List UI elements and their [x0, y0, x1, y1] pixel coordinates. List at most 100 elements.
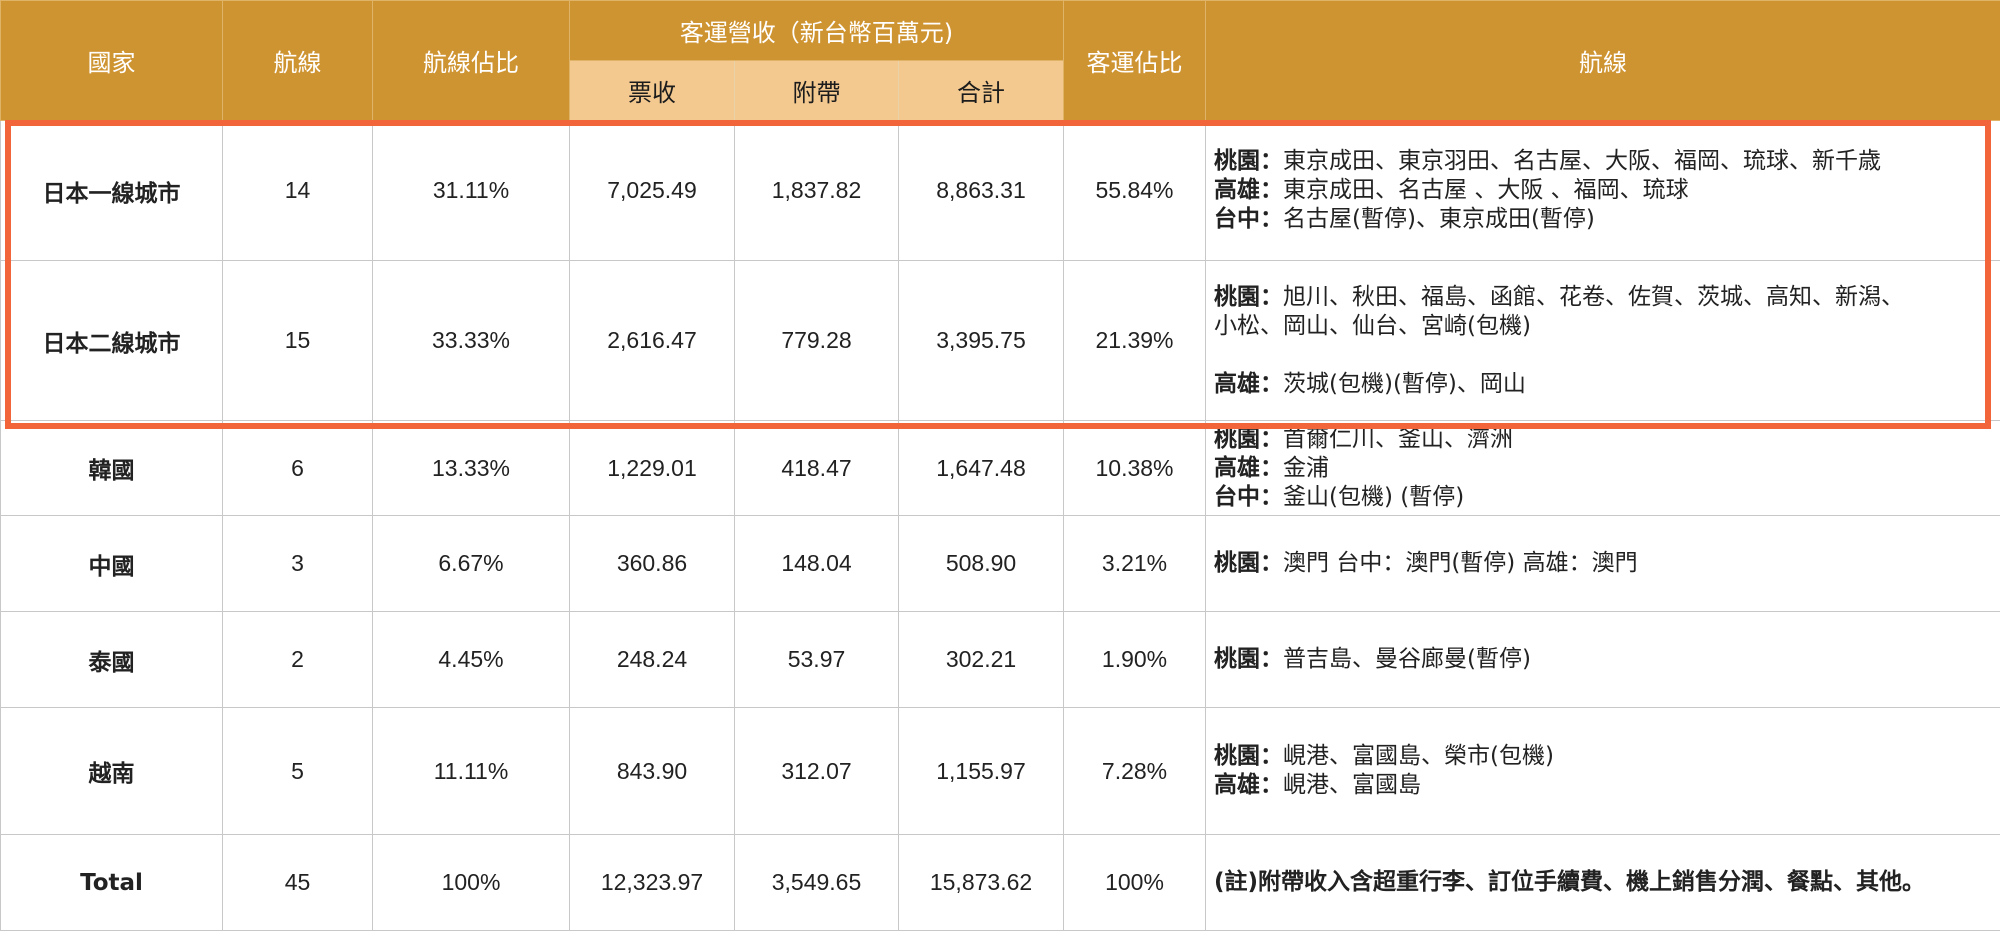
cell-revenue-share: 3.21% — [1063, 515, 1207, 612]
route-line: 桃園：首爾仁川、釜山、濟洲 — [1214, 425, 1992, 454]
route-destinations: 普吉島、曼谷廊曼(暫停) — [1283, 646, 1531, 672]
cell-routes: 桃園：普吉島、曼谷廊曼(暫停) — [1205, 611, 2000, 708]
route-destinations: 金浦 — [1283, 454, 1330, 481]
cell-route-share: 31.11% — [372, 120, 570, 261]
route-line: 台中：釜山(包機) (暫停) — [1214, 483, 1992, 512]
route-base: 桃園： — [1214, 283, 1284, 310]
cell-revenue-share: 1.90% — [1063, 611, 1207, 708]
cell-routes: 桃園：東京成田、東京羽田、名古屋、大阪、福岡、琉球、新千歳 高雄：東京成田、名古屋… — [1205, 120, 2000, 261]
cell-routes-count: 5 — [222, 707, 373, 835]
cell-ancillary: 3,549.65 — [734, 834, 899, 931]
cell-routes: 桃園：首爾仁川、釜山、濟洲 高雄：金浦 台中：釜山(包機) (暫停) — [1205, 420, 2000, 516]
route-line: 高雄：東京成田、名古屋 、大阪 、福岡、琉球 — [1214, 176, 1992, 205]
route-line: 高雄：金浦 — [1214, 454, 1992, 483]
table-row: 泰國 2 4.45% 248.24 53.97 302.21 1.90% 桃園：普吉島、曼谷廊… — [0, 611, 2000, 708]
cell-ancillary: 1,837.82 — [734, 120, 899, 261]
route-base: 台中： — [1214, 206, 1284, 232]
route-line: 桃園：東京成田、東京羽田、名古屋、大阪、福岡、琉球、新千歳 — [1214, 147, 1992, 176]
route-line: 桃園：峴港、富國島、榮市(包機) — [1214, 742, 1992, 771]
cell-route-share: 100% — [372, 834, 570, 931]
cell-total: 508.90 — [897, 515, 1065, 612]
route-destinations: 東京成田、東京羽田、名古屋、大阪、福岡、琉球、新千歳 — [1283, 148, 1882, 174]
footnote: (註)附帶收入含超重行李、訂位手續費、機上銷售分潤、餐點、其他。 — [1214, 869, 1926, 895]
cell-route-share: 6.67% — [372, 515, 570, 612]
header-total: 合計 — [897, 60, 1065, 121]
cell-routes-count: 2 — [222, 611, 373, 708]
cell-total: 8,863.31 — [897, 120, 1065, 261]
route-destinations: 澳門 台中：澳門(暫停) 高雄：澳門 — [1283, 550, 1638, 576]
cell-revenue-share: 21.39% — [1063, 260, 1207, 421]
route-base: 桃園： — [1214, 646, 1284, 672]
cell-ancillary: 148.04 — [734, 515, 899, 612]
cell-country: 越南 — [0, 707, 223, 835]
table-row: 日本二線城市 15 33.33% 2,616.47 779.28 3,395.75 21.3… — [0, 260, 2000, 421]
table-row: 日本一線城市 14 31.11% 7,025.49 1,837.82 8,863.31 55… — [0, 120, 2000, 261]
cell-route-share: 13.33% — [372, 420, 570, 516]
route-destinations: 東京成田、名古屋 、大阪 、福岡、琉球 — [1283, 177, 1689, 203]
route-line: 桃園：普吉島、曼谷廊曼(暫停) — [1214, 645, 1992, 674]
cell-ticket: 843.90 — [569, 707, 735, 835]
route-line: 桃園：旭川、秋田、福島、函館、花卷、佐賀、茨城、高知、新潟、 — [1214, 283, 1992, 312]
route-base: 桃園： — [1214, 148, 1284, 174]
cell-routes-count: 3 — [222, 515, 373, 612]
cell-revenue-share: 100% — [1063, 834, 1207, 931]
cell-ticket: 2,616.47 — [569, 260, 735, 421]
cell-total: 3,395.75 — [897, 260, 1065, 421]
header-routes: 航線 — [1205, 0, 2000, 121]
route-line: 小松、岡山、仙台、宮崎(包機) — [1214, 312, 1992, 341]
route-revenue-table: 國家 航線 航線佔比 客運營收（新台幣百萬元) 客運佔比 航線 票收 附帶 合計… — [0, 0, 2000, 931]
header-ancillary: 附帶 — [734, 60, 899, 121]
cell-ticket: 1,229.01 — [569, 420, 735, 516]
cell-routes: 桃園：峴港、富國島、榮市(包機) 高雄：峴港、富國島 — [1205, 707, 2000, 835]
route-line: 台中：名古屋(暫停)、東京成田(暫停) — [1214, 205, 1992, 234]
route-destinations: 旭川、秋田、福島、函館、花卷、佐賀、茨城、高知、新潟、 — [1283, 283, 1905, 310]
cell-routes-count: 45 — [222, 834, 373, 931]
header-revenue-group: 客運營收（新台幣百萬元) — [568, 0, 1065, 61]
cell-route-share: 4.45% — [372, 611, 570, 708]
cell-routes: 桃園：澳門 台中：澳門(暫停) 高雄：澳門 — [1205, 515, 2000, 612]
cell-route-share: 33.33% — [372, 260, 570, 421]
cell-revenue-share: 10.38% — [1063, 420, 1207, 516]
cell-revenue-share: 7.28% — [1063, 707, 1207, 835]
cell-total: 1,155.97 — [897, 707, 1065, 835]
route-destinations: 峴港、富國島、榮市(包機) — [1283, 743, 1554, 769]
header-ticket: 票收 — [569, 60, 735, 121]
cell-routes-count: 15 — [222, 260, 373, 421]
route-destinations: 首爾仁川、釜山、濟洲 — [1283, 425, 1514, 452]
cell-ancillary: 53.97 — [734, 611, 899, 708]
cell-route-share: 11.11% — [372, 707, 570, 835]
header-route-share: 航線佔比 — [372, 0, 570, 121]
route-destinations: 峴港、富國島 — [1283, 772, 1422, 798]
cell-routes-count: 14 — [222, 120, 373, 261]
header-routes-count: 航線 — [222, 0, 373, 121]
route-base: 高雄： — [1214, 177, 1284, 203]
cell-ticket: 7,025.49 — [569, 120, 735, 261]
table-body: 日本一線城市 14 31.11% 7,025.49 1,837.82 8,863.31 55… — [0, 120, 2000, 931]
cell-ticket: 360.86 — [569, 515, 735, 612]
header-revenue-share: 客運佔比 — [1063, 0, 1207, 121]
cell-country: 中國 — [0, 515, 223, 612]
cell-routes: 桃園：旭川、秋田、福島、函館、花卷、佐賀、茨城、高知、新潟、 小松、岡山、仙台、宮… — [1205, 260, 2000, 421]
route-base: 桃園： — [1214, 550, 1284, 576]
table-row: 中國 3 6.67% 360.86 148.04 508.90 3.21% 桃園：澳門 台中：… — [0, 515, 2000, 612]
cell-country: 日本二線城市 — [0, 260, 223, 421]
route-base: 桃園： — [1214, 425, 1284, 452]
cell-routes: (註)附帶收入含超重行李、訂位手續費、機上銷售分潤、餐點、其他。 — [1205, 834, 2000, 931]
route-destinations: 小松、岡山、仙台、宮崎(包機) — [1214, 312, 1531, 339]
cell-ticket: 12,323.97 — [569, 834, 735, 931]
route-base: 高雄： — [1214, 370, 1284, 397]
cell-total: 15,873.62 — [897, 834, 1065, 931]
cell-ticket: 248.24 — [569, 611, 735, 708]
cell-country: 日本一線城市 — [0, 120, 223, 261]
table-row: 韓國 6 13.33% 1,229.01 418.47 1,647.48 10.38% 桃園：… — [0, 420, 2000, 516]
route-base: 高雄： — [1214, 772, 1284, 798]
table-row: Total 45 100% 12,323.97 3,549.65 15,873.62 100… — [0, 834, 2000, 931]
route-destinations: 茨城(包機)(暫停)、岡山 — [1283, 370, 1526, 397]
route-line: 桃園：澳門 台中：澳門(暫停) 高雄：澳門 — [1214, 549, 1992, 578]
route-line: 高雄：峴港、富國島 — [1214, 771, 1992, 800]
route-base: 台中： — [1214, 483, 1284, 510]
cell-ancillary: 312.07 — [734, 707, 899, 835]
cell-revenue-share: 55.84% — [1063, 120, 1207, 261]
route-destinations: 名古屋(暫停)、東京成田(暫停) — [1283, 206, 1595, 232]
route-base: 高雄： — [1214, 454, 1284, 481]
